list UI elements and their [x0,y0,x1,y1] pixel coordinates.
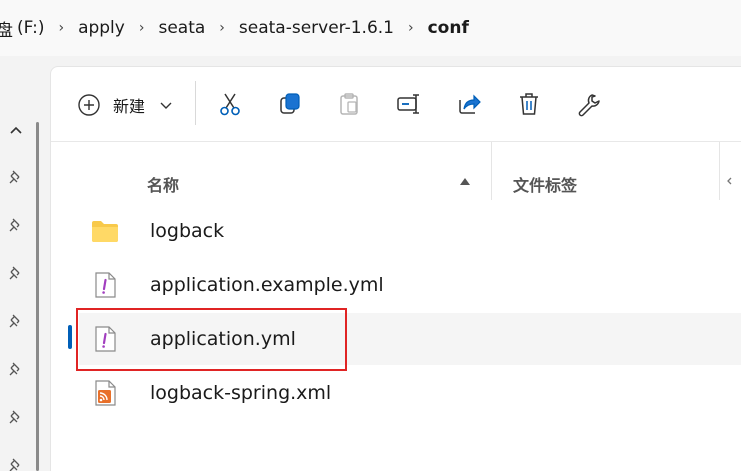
wrench-icon[interactable] [576,91,602,117]
column-header-name[interactable]: 名称 [147,172,179,196]
annotation-highlight-box [76,308,347,371]
file-name: logback [150,220,225,242]
pin-icon[interactable] [7,408,25,426]
pin-icon[interactable] [7,264,25,282]
xml-file-icon [95,380,116,406]
plus-circle-icon [78,94,100,116]
yml-file-icon [95,272,116,298]
column-divider[interactable] [719,142,720,200]
breadcrumb-seata-server[interactable]: seata-server-1.6.1 [235,18,398,38]
folder-icon [92,221,118,242]
selection-indicator [68,325,72,349]
chevron-right-icon[interactable]: › [129,20,155,36]
breadcrumb-apply[interactable]: apply [74,18,129,38]
breadcrumb-seata[interactable]: seata [154,18,209,38]
command-bar: 新建 [51,67,741,141]
new-button-label: 新建 [113,97,146,116]
list-item[interactable]: logback [79,205,741,257]
breadcrumb-partial: 盘 [0,20,13,41]
toolbar-divider [195,81,196,125]
pin-icon[interactable] [7,168,25,186]
list-item[interactable]: logback-spring.xml [79,367,741,419]
pin-icon[interactable] [7,312,25,330]
column-header: 名称 文件标签 [51,142,741,202]
navigation-pane [0,56,48,471]
file-name: application.example.yml [150,274,384,296]
breadcrumb: 盘 (F:) › apply › seata › seata-server-1.… [0,0,741,56]
paste-icon[interactable] [336,91,362,117]
column-divider[interactable] [491,142,492,200]
column-header-tags[interactable]: 文件标签 [513,172,577,196]
copy-icon[interactable] [277,91,303,117]
pin-icon[interactable] [7,360,25,378]
new-button[interactable]: 新建 [77,91,173,119]
chevron-up-icon[interactable] [8,122,24,138]
file-list-panel: 新建 名称 文件标签 logback application.example.y… [50,66,741,471]
pin-icon[interactable] [7,216,25,234]
chevron-down-icon [160,102,172,109]
share-icon[interactable] [456,91,482,117]
breadcrumb-conf[interactable]: conf [424,18,473,38]
chevron-right-icon[interactable]: › [398,20,424,36]
chevron-right-icon[interactable]: › [48,20,74,36]
chevron-right-icon[interactable]: › [209,20,235,36]
breadcrumb-drive[interactable]: (F:) [13,18,48,38]
cut-icon[interactable] [217,91,243,117]
pin-icon[interactable] [7,456,25,471]
nav-scrollbar[interactable] [36,122,39,471]
file-name: logback-spring.xml [150,382,332,404]
sort-ascending-icon[interactable] [459,176,471,186]
chevron-left-icon[interactable] [725,176,735,186]
delete-icon[interactable] [516,91,542,117]
list-item[interactable]: application.example.yml [79,259,741,311]
rename-icon[interactable] [396,91,422,117]
